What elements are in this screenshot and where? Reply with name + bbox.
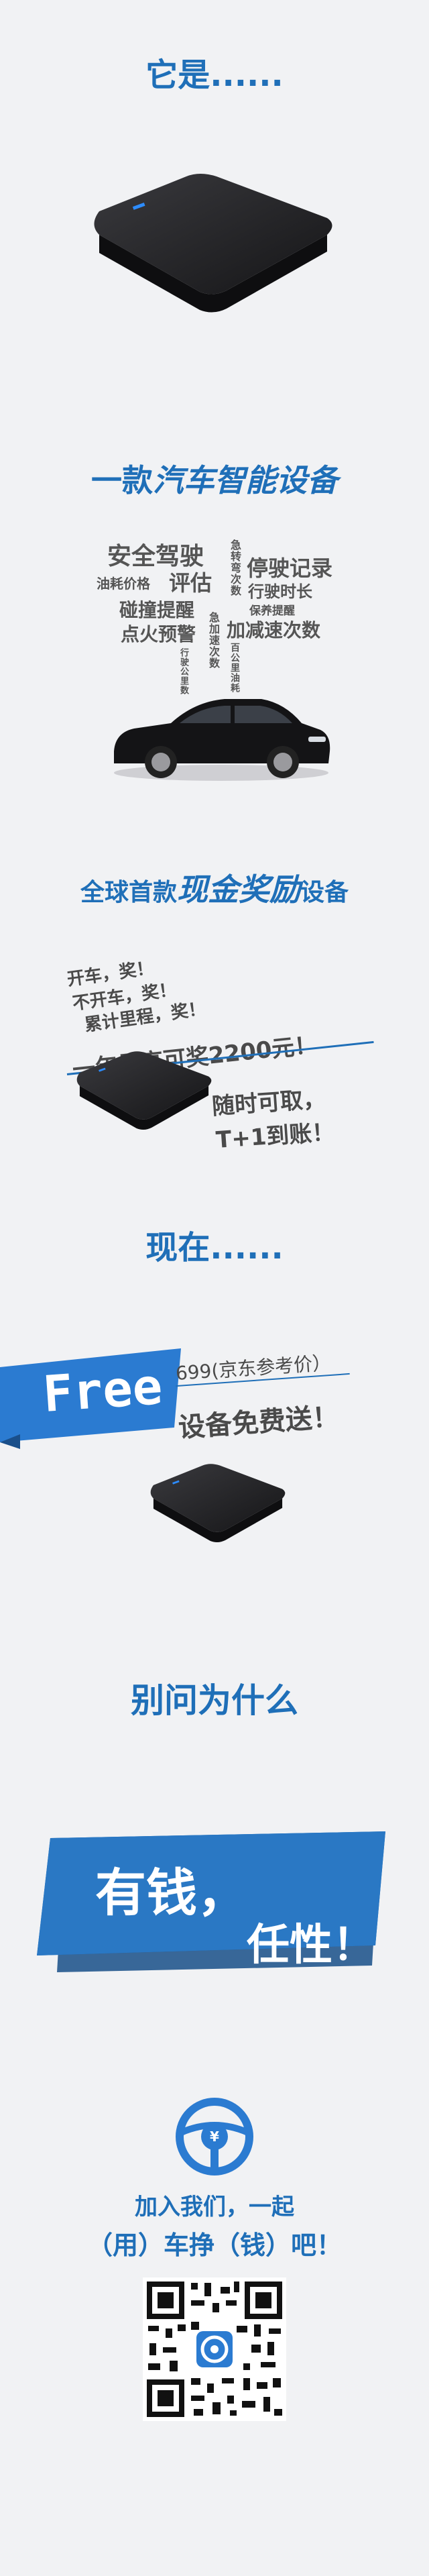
section3-heading-emph: 现金奖励 bbox=[177, 871, 300, 908]
free-gift-text: 设备免费送！ bbox=[177, 1401, 341, 1444]
obd-device-image-2 bbox=[70, 1050, 218, 1137]
obd-device-image-3 bbox=[144, 1462, 292, 1550]
withdraw-t-plus-one: T+1到账！ bbox=[214, 1118, 336, 1154]
feature-accel-times: 急加速次数 bbox=[207, 612, 220, 669]
feature-ignition: 点火预警 bbox=[121, 623, 196, 645]
feature-fuel-price: 油耗价格 bbox=[97, 576, 150, 592]
steering-wheel-yuan-icon: ¥ bbox=[176, 2098, 253, 2178]
section5-heading: 别问为什么 bbox=[131, 1681, 298, 1720]
feature-decel: 加减速次数 bbox=[227, 619, 321, 641]
svg-text:¥: ¥ bbox=[210, 2129, 219, 2145]
feature-collision: 碰撞提醒 bbox=[119, 599, 195, 621]
free-label: Free bbox=[41, 1357, 165, 1424]
feature-evaluate: 评估 bbox=[169, 570, 212, 596]
join-line1: 加入我们，一起 bbox=[135, 2194, 294, 2220]
section1-heading: 它是...... bbox=[145, 56, 284, 94]
rich-banner-line2: 任性！ bbox=[247, 1921, 375, 1970]
section2-heading-prefix: 一款 bbox=[91, 462, 153, 498]
feature-turns: 急转弯次数 bbox=[229, 539, 241, 596]
section3-heading-prefix: 全球首款 bbox=[80, 879, 177, 906]
qr-code[interactable] bbox=[143, 2277, 286, 2421]
section3-heading-suffix: 设备 bbox=[300, 879, 349, 906]
obd-device-image bbox=[86, 171, 341, 325]
car-image bbox=[107, 678, 335, 785]
section4-heading: 现在...... bbox=[145, 1229, 284, 1267]
section2-heading-emph: 汽车智能设备 bbox=[153, 462, 338, 498]
rich-banner-line1: 有钱， bbox=[95, 1863, 248, 1923]
join-line2: （用）车挣（钱）吧！ bbox=[86, 2231, 342, 2260]
section2-heading: 一款汽车智能设备 bbox=[0, 456, 429, 500]
section3-heading: 全球首款现金奖励设备 bbox=[0, 865, 429, 910]
feature-driving-time: 行驶时长 bbox=[248, 582, 312, 601]
